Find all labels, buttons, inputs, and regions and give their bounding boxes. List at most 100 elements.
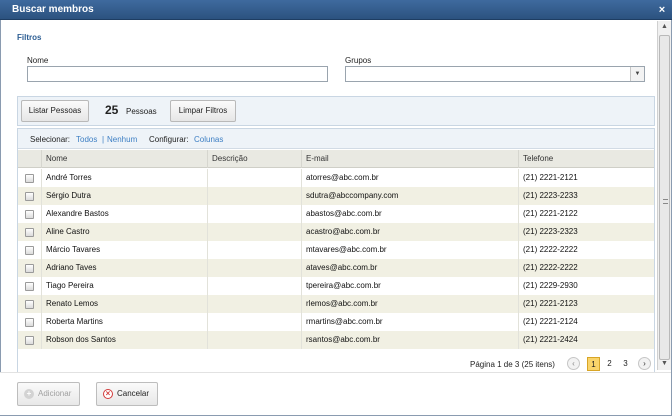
vertical-scrollbar[interactable]: ▲ ▼ [657,21,671,370]
cell-email: rmartins@abc.com.br [301,313,518,331]
table-row[interactable]: Roberta Martins rmartins@abc.com.br (21) 2… [18,313,654,331]
selection-bar: Selecionar: Todos | Nenhum Configurar: C… [18,129,654,149]
row-checkbox[interactable] [25,192,34,201]
adicionar-label: Adicionar [38,389,72,398]
cell-descricao [207,187,301,205]
cell-email: ataves@abc.com.br [301,259,518,277]
header-descricao[interactable]: Descrição [207,150,301,168]
cell-telefone: (21) 2222-2222 [518,259,654,277]
cell-nome: Aline Castro [41,223,207,241]
cancelar-label: Cancelar [117,389,150,398]
table-header: Nome Descrição E-mail Telefone [18,150,654,168]
dialog-titlebar: Buscar membros × [0,0,672,20]
row-checkbox[interactable] [25,318,34,327]
table-row[interactable]: Robson dos Santos rsantos@abc.com.br (21) … [18,331,654,349]
cancelar-button[interactable]: × Cancelar [96,382,158,406]
cell-nome: Alexandre Bastos [41,205,207,223]
scrollbar-thumb[interactable] [659,35,670,360]
cell-email: rsantos@abc.com.br [301,331,518,349]
select-none-link[interactable]: Nenhum [107,135,137,144]
page-2-button[interactable]: 2 [603,357,616,371]
page-1-button[interactable]: 1 [587,357,600,371]
cell-telefone: (21) 2221-2121 [518,169,654,187]
dialog-footer: + Adicionar × Cancelar [0,372,671,415]
nome-label: Nome [27,56,49,65]
cell-email: abastos@abc.com.br [301,205,518,223]
cell-telefone: (21) 2221-2122 [518,205,654,223]
row-checkbox[interactable] [25,282,34,291]
cell-telefone: (21) 2223-2323 [518,223,654,241]
x-circle-icon: × [103,389,113,399]
row-checkbox[interactable] [25,210,34,219]
members-grid: Selecionar: Todos | Nenhum Configurar: C… [17,128,655,374]
cell-email: sdutra@abccompany.com [301,187,518,205]
close-icon[interactable]: × [655,3,669,17]
grip-icon [663,199,668,204]
columns-link[interactable]: Colunas [194,135,223,144]
table-row[interactable]: André Torres atorres@abc.com.br (21) 2221-… [18,169,654,187]
grupos-label: Grupos [345,56,372,65]
cell-nome: Tiago Pereira [41,277,207,295]
cell-descricao [207,259,301,277]
row-checkbox[interactable] [25,300,34,309]
dialog-title: Buscar membros [12,4,94,15]
cell-telefone: (21) 2221-2124 [518,313,654,331]
filters-section-label: Filtros [17,33,42,42]
cell-nome: Sérgio Dutra [41,187,207,205]
cell-nome: Robson dos Santos [41,331,207,349]
table-row[interactable]: Aline Castro acastro@abc.com.br (21) 2223-… [18,223,654,241]
cell-telefone: (21) 2221-2123 [518,295,654,313]
nome-input[interactable] [27,66,328,82]
prev-page-icon[interactable]: ‹ [567,357,580,370]
row-checkbox[interactable] [25,228,34,237]
scroll-up-icon[interactable]: ▲ [658,21,671,33]
cell-descricao [207,331,301,349]
people-count: 25 [105,103,119,117]
row-checkbox[interactable] [25,174,34,183]
cell-descricao [207,205,301,223]
header-nome[interactable]: Nome [41,150,207,168]
scroll-down-icon[interactable]: ▼ [658,358,671,370]
cell-email: tpereira@abc.com.br [301,277,518,295]
row-checkbox[interactable] [25,264,34,273]
grupos-select[interactable]: ▼ [345,66,645,82]
cell-nome: Adriano Taves [41,259,207,277]
table-row[interactable]: Adriano Taves ataves@abc.com.br (21) 2222-… [18,259,654,277]
cell-nome: Márcio Tavares [41,241,207,259]
table-row[interactable]: Renato Lemos rlemos@abc.com.br (21) 2221-2… [18,295,654,313]
table-row[interactable]: Márcio Tavares mtavares@abc.com.br (21) 22… [18,241,654,259]
table-row[interactable]: Tiago Pereira tpereira@abc.com.br (21) 222… [18,277,654,295]
listar-pessoas-button[interactable]: Listar Pessoas [21,100,89,122]
pagination: Página 1 de 3 (25 itens) ‹ 1 2 3 › [18,355,654,373]
page-3-button[interactable]: 3 [619,357,632,371]
search-toolbar: Listar Pessoas 25 Pessoas Limpar Filtros [17,96,655,126]
select-all-link[interactable]: Todos [76,135,97,144]
cell-email: rlemos@abc.com.br [301,295,518,313]
cell-telefone: (21) 2223-2233 [518,187,654,205]
pagination-info: Página 1 de 3 (25 itens) [470,360,555,369]
limpar-filtros-button[interactable]: Limpar Filtros [170,100,236,122]
header-telefone[interactable]: Telefone [518,150,654,168]
next-page-icon[interactable]: › [638,357,651,370]
cell-telefone: (21) 2229-2930 [518,277,654,295]
header-email[interactable]: E-mail [301,150,518,168]
cell-descricao [207,295,301,313]
cell-telefone: (21) 2222-2222 [518,241,654,259]
cell-descricao [207,277,301,295]
cell-nome: Roberta Martins [41,313,207,331]
table-row[interactable]: Sérgio Dutra sdutra@abccompany.com (21) 22… [18,187,654,205]
configurar-label: Configurar: [149,135,189,144]
plus-circle-icon: + [24,389,34,399]
cell-descricao [207,313,301,331]
cell-email: acastro@abc.com.br [301,223,518,241]
row-checkbox[interactable] [25,336,34,345]
row-checkbox[interactable] [25,246,34,255]
cell-email: atorres@abc.com.br [301,169,518,187]
cell-descricao [207,241,301,259]
cell-email: mtavares@abc.com.br [301,241,518,259]
cell-descricao [207,169,301,187]
table-row[interactable]: Alexandre Bastos abastos@abc.com.br (21) 2… [18,205,654,223]
selection-separator: | [102,135,105,144]
chevron-down-icon[interactable]: ▼ [630,67,644,81]
cell-nome: André Torres [41,169,207,187]
